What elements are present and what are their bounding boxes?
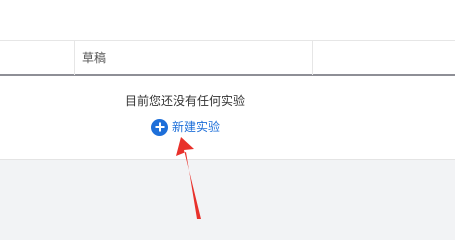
- empty-state-message: 目前您还没有任何实验: [125, 94, 246, 108]
- empty-state: 目前您还没有任何实验 新建实验: [0, 93, 455, 143]
- plus-circle-icon: [151, 118, 168, 136]
- panel-bottom-border: [0, 159, 455, 160]
- new-experiment-label: 新建实验: [172, 120, 221, 134]
- tab-draft[interactable]: 草稿: [82, 51, 106, 65]
- new-experiment-button[interactable]: 新建实验: [151, 118, 220, 136]
- tab-header: 草稿: [0, 40, 455, 76]
- column-divider: [74, 41, 75, 75]
- experiment-panel: 草稿 目前您还没有任何实验 新建实验: [0, 0, 455, 160]
- column-divider: [312, 41, 313, 75]
